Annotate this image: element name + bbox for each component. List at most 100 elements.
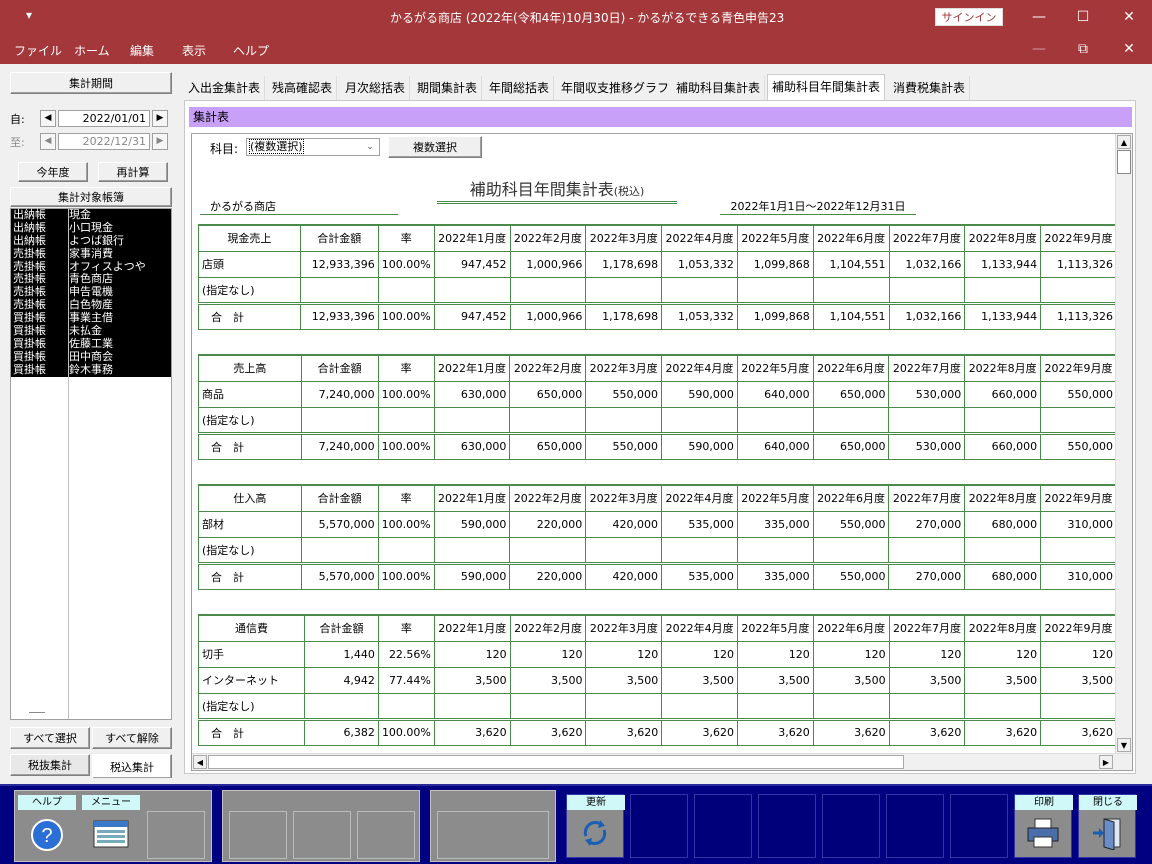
tab-sub-account-annual[interactable]: 補助科目年間集計表 <box>767 74 886 100</box>
table-row[interactable]: (指定なし) <box>198 407 1117 434</box>
select-all-button[interactable]: すべて選択 <box>10 727 90 749</box>
ledger-item[interactable]: 買掛帳 鈴木事務 <box>11 363 171 377</box>
total-row[interactable]: 合 計 6,382 100.00% 3,620 3,620 3,620 3,620 3,620… <box>197 717 1117 746</box>
close-icon[interactable]: ✕ <box>1106 0 1152 34</box>
row-month-value: 535,000 <box>661 511 738 538</box>
close-button[interactable] <box>1079 811 1135 855</box>
menu-view[interactable]: 表示 <box>182 42 206 59</box>
tab-annual-graph[interactable]: 年間収支推移グラフ <box>557 76 675 100</box>
menu-edit[interactable]: 編集 <box>130 42 154 59</box>
row-month-value: 530,000 <box>888 381 966 408</box>
row-month-value: 550,000 <box>812 511 890 538</box>
report-page: 科目: (複数選択) ⌄ 複数選択 補助科目年間集計表(税込) かるがる商店 2… <box>192 134 1117 753</box>
tab-cashflow[interactable]: 入出金集計表 <box>184 76 266 100</box>
tab-period[interactable]: 期間集計表 <box>413 76 483 100</box>
tab-monthly[interactable]: 月次総括表 <box>341 76 411 100</box>
list-splitter[interactable] <box>29 712 45 713</box>
menu-bar: ファイル ホーム 編集 表示 ヘルプ — ⧉ ✕ <box>0 34 1152 64</box>
row-month-value: 1,099,868 <box>736 251 814 278</box>
ledger-item[interactable]: 買掛帳 佐藤工業 <box>11 337 171 351</box>
menu-help[interactable]: ヘルプ <box>233 42 269 59</box>
ledger-item[interactable]: 出納帳 小口現金 <box>11 221 171 235</box>
account-select[interactable]: (複数選択) ⌄ <box>246 138 380 156</box>
ledger-item[interactable]: 買掛帳 未払金 <box>11 324 171 338</box>
table-row[interactable]: (指定なし) <box>197 693 1117 720</box>
tax-incl-button[interactable]: 税込集計 <box>92 754 172 778</box>
doc-close-icon[interactable]: ✕ <box>1106 34 1152 64</box>
column-header-month: 2022年2月度 <box>509 614 587 642</box>
to-next-icon[interactable]: ▶ <box>152 133 168 150</box>
menu-file[interactable]: ファイル <box>14 42 62 59</box>
column-header-month: 2022年2月度 <box>509 484 587 512</box>
scroll-right-icon[interactable]: ▶ <box>1099 755 1113 769</box>
menu-button[interactable] <box>83 813 139 857</box>
account-name: 通信費 <box>197 614 306 642</box>
total-row[interactable]: 合 計 5,570,000 100.00% 590,000 220,000 420,000… <box>198 561 1117 590</box>
tax-excl-button[interactable]: 税抜集計 <box>10 754 90 776</box>
vertical-scrollbar[interactable]: ▲ ▼ <box>1115 134 1132 753</box>
row-rate: 100.00% <box>377 561 435 590</box>
tab-consumption-tax[interactable]: 消費税集計表 <box>889 76 971 100</box>
help-button[interactable]: ? <box>19 813 75 857</box>
scroll-down-icon[interactable]: ▼ <box>1117 738 1131 752</box>
refresh-button[interactable] <box>567 811 623 855</box>
to-prev-icon[interactable]: ◀ <box>40 133 56 150</box>
from-prev-icon[interactable]: ◀ <box>40 110 56 127</box>
total-row[interactable]: 合 計 12,933,396 100.00% 947,452 1,000,966 1,17… <box>198 301 1117 330</box>
scroll-up-icon[interactable]: ▲ <box>1117 135 1131 149</box>
table-row[interactable]: 店頭 12,933,396 100.00% 947,452 1,000,966 1,178… <box>198 251 1117 278</box>
account-table: 売上高 合計金額率 2022年1月度 2022年2月度 2022年3月度 2022年4月度… <box>198 354 1117 460</box>
total-row[interactable]: 合 計 7,240,000 100.00% 630,000 650,000 550,000… <box>198 431 1117 460</box>
menu-home[interactable]: ホーム <box>74 42 110 59</box>
from-next-icon[interactable]: ▶ <box>152 110 168 127</box>
row-total: 12,933,396 <box>299 301 379 330</box>
chevron-down-icon[interactable]: ⌄ <box>362 140 378 154</box>
table-row[interactable]: 切手 1,440 22.56% 120 120 120 120 120 120 120 120 120 <box>197 641 1117 668</box>
recalc-button[interactable]: 再計算 <box>98 162 168 182</box>
minimize-icon[interactable]: — <box>1016 0 1062 34</box>
row-month-value <box>1040 537 1117 564</box>
maximize-icon[interactable]: ☐ <box>1060 0 1106 34</box>
tab-sub-account[interactable]: 補助科目集計表 <box>672 76 766 100</box>
row-month-value: 590,000 <box>661 431 738 460</box>
row-month-value: 3,620 <box>964 717 1042 746</box>
doc-minimize-icon[interactable]: — <box>1016 34 1062 64</box>
period-button[interactable]: 集計期間 <box>10 72 172 94</box>
this-year-button[interactable]: 今年度 <box>18 162 88 182</box>
row-label: 合 計 <box>197 717 306 746</box>
row-month-value <box>736 537 814 564</box>
column-header-month: 2022年5月度 <box>736 484 814 512</box>
row-month-value: 660,000 <box>964 431 1042 460</box>
table-row[interactable]: 商品 7,240,000 100.00% 630,000 650,000 550,000 5… <box>198 381 1117 408</box>
deselect-all-button[interactable]: すべて解除 <box>92 727 172 749</box>
ledger-item[interactable]: 出納帳 よつば銀行 <box>11 234 171 248</box>
ledger-item[interactable]: 買掛帳 田中商会 <box>11 350 171 364</box>
row-month-value: 220,000 <box>509 561 587 590</box>
scroll-left-icon[interactable]: ◀ <box>193 755 207 769</box>
from-date-field[interactable]: 2022/01/01 <box>58 110 150 127</box>
table-row[interactable]: インターネット 4,942 77.44% 3,500 3,500 3,500 3,500 3,… <box>197 667 1117 694</box>
table-header-row: 通信費 合計金額率 2022年1月度 2022年2月度 2022年3月度 2022年4月度… <box>197 614 1117 642</box>
print-button[interactable] <box>1015 811 1071 855</box>
ledger-item[interactable]: 出納帳 現金 <box>11 208 171 222</box>
system-menu-icon[interactable]: ▾ <box>26 8 32 22</box>
scroll-thumb[interactable] <box>1117 150 1131 174</box>
table-row[interactable]: 部材 5,570,000 100.00% 590,000 220,000 420,000 5… <box>198 511 1117 538</box>
table-row[interactable]: (指定なし) <box>198 277 1117 304</box>
row-month-value <box>585 537 663 564</box>
doc-restore-icon[interactable]: ⧉ <box>1060 34 1106 64</box>
tab-annual[interactable]: 年間総括表 <box>485 76 555 100</box>
ledger-list[interactable]: 出納帳 現金 出納帳 小口現金 出納帳 よつば銀行 売掛帳 家事消費 売掛帳 オフィスよつや 売掛帳… <box>10 208 172 720</box>
signin-button[interactable]: サインイン <box>935 8 1003 26</box>
ledger-item[interactable]: 売掛帳 家事消費 <box>11 247 171 261</box>
column-header-month: 2022年2月度 <box>509 354 587 382</box>
multi-select-button[interactable]: 複数選択 <box>388 136 482 158</box>
table-row[interactable]: (指定なし) <box>198 537 1117 564</box>
horizontal-scrollbar[interactable]: ◀ ▶ <box>192 753 1132 770</box>
row-month-value: 660,000 <box>964 381 1042 408</box>
to-date-field[interactable]: 2022/12/31 <box>58 133 150 150</box>
row-month-value: 650,000 <box>509 381 587 408</box>
ledger-name: 未払金 <box>69 324 102 338</box>
hscroll-thumb[interactable] <box>208 755 904 769</box>
tab-balance[interactable]: 残高確認表 <box>268 76 338 100</box>
